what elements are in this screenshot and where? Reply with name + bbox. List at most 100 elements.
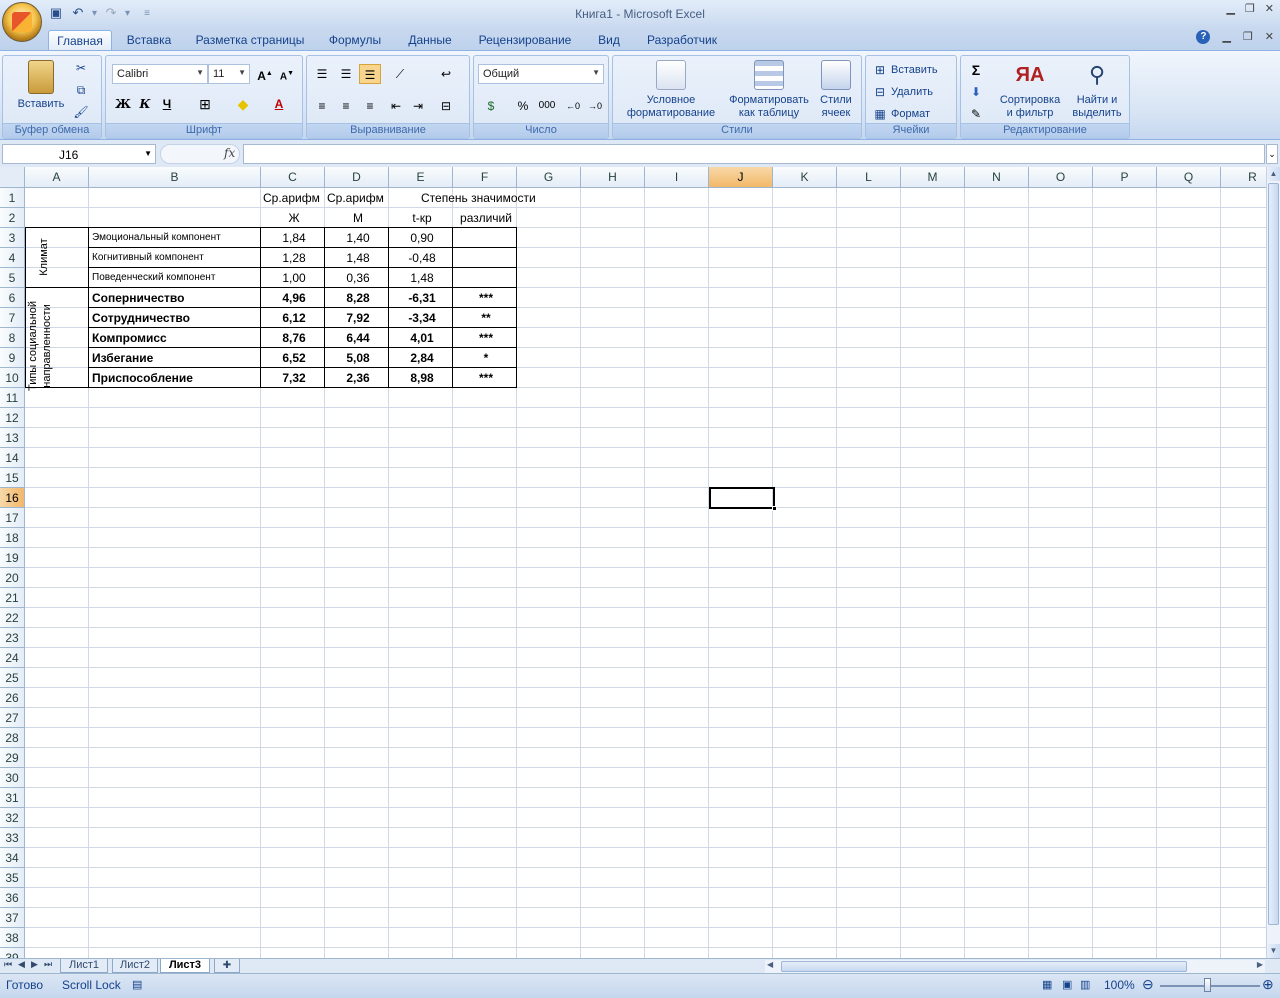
vertical-scroll-thumb[interactable] xyxy=(1268,183,1279,925)
row-header-33[interactable]: 33 xyxy=(0,828,25,848)
cell-B6[interactable]: Соперничество xyxy=(92,288,184,308)
column-header-J[interactable]: J xyxy=(709,167,773,188)
row-header-30[interactable]: 30 xyxy=(0,768,25,788)
row-header-2[interactable]: 2 xyxy=(0,208,25,228)
column-header-C[interactable]: C xyxy=(261,167,325,188)
align-middle-icon[interactable]: ☰ xyxy=(335,64,357,84)
decrease-decimal-icon[interactable]: →0 xyxy=(584,96,606,116)
cell-F9[interactable]: * xyxy=(454,348,518,368)
row-header-31[interactable]: 31 xyxy=(0,788,25,808)
cell-F2[interactable]: различий xyxy=(454,208,518,228)
row-header-28[interactable]: 28 xyxy=(0,728,25,748)
delete-cells-button[interactable]: ⊟ Удалить xyxy=(872,82,933,102)
name-box[interactable]: J16 ▼ xyxy=(2,144,156,164)
minimize-icon[interactable]: ▁ xyxy=(1226,2,1234,15)
row-header-13[interactable]: 13 xyxy=(0,428,25,448)
cell-E5[interactable]: 1,48 xyxy=(390,268,454,288)
doc-restore-icon[interactable]: ❐ xyxy=(1243,30,1253,44)
font-name-combo[interactable]: Calibri ▼ xyxy=(112,64,208,84)
cell-E9[interactable]: 2,84 xyxy=(390,348,454,368)
number-format-combo[interactable]: Общий ▼ xyxy=(478,64,604,84)
cell-E2[interactable]: t-кр xyxy=(390,208,454,228)
cell-F10[interactable]: *** xyxy=(454,368,518,388)
underline-button[interactable]: Ч xyxy=(156,94,178,114)
column-header-H[interactable]: H xyxy=(581,167,645,188)
align-right-icon[interactable]: ≡ xyxy=(359,96,381,116)
cell-C5[interactable]: 1,00 xyxy=(262,268,326,288)
cell-D3[interactable]: 1,40 xyxy=(326,228,390,248)
row-header-8[interactable]: 8 xyxy=(0,328,25,348)
row-header-38[interactable]: 38 xyxy=(0,928,25,948)
cell-C6[interactable]: 4,96 xyxy=(262,288,326,308)
row-header-24[interactable]: 24 xyxy=(0,648,25,668)
help-icon[interactable]: ? xyxy=(1196,30,1211,44)
cell-C9[interactable]: 6,52 xyxy=(262,348,326,368)
row-header-11[interactable]: 11 xyxy=(0,388,25,408)
cell-B3[interactable]: Эмоциональный компонент xyxy=(92,228,221,248)
format-cells-button[interactable]: ▦ Формат xyxy=(872,104,930,124)
row-header-35[interactable]: 35 xyxy=(0,868,25,888)
select-all-button[interactable] xyxy=(0,167,25,188)
conditional-formatting-button[interactable]: Условное форматирование xyxy=(617,60,725,120)
row-header-18[interactable]: 18 xyxy=(0,528,25,548)
scroll-right-icon[interactable]: ▶ xyxy=(1257,960,1263,969)
fill-icon[interactable]: ⬇ xyxy=(965,82,987,102)
horizontal-scroll-thumb[interactable] xyxy=(781,961,1187,972)
page-break-view-icon[interactable]: ▥ xyxy=(1080,978,1090,991)
scroll-down-icon[interactable]: ▼ xyxy=(1267,944,1280,958)
tab-developer[interactable]: Разработчик xyxy=(640,30,724,50)
row-header-34[interactable]: 34 xyxy=(0,848,25,868)
cell-A3-climate[interactable]: Климат xyxy=(37,227,55,287)
column-header-G[interactable]: G xyxy=(517,167,581,188)
cell-C10[interactable]: 7,32 xyxy=(262,368,326,388)
shrink-font-icon[interactable]: A▼ xyxy=(276,64,298,84)
cell-D10[interactable]: 2,36 xyxy=(326,368,390,388)
zoom-in-icon[interactable]: ⊕ xyxy=(1262,976,1274,993)
row-header-20[interactable]: 20 xyxy=(0,568,25,588)
find-select-button[interactable]: ⚲ Найти и выделить xyxy=(1065,60,1129,120)
row-header-22[interactable]: 22 xyxy=(0,608,25,628)
fill-color-icon[interactable]: ◆ xyxy=(232,94,254,114)
cell-B7[interactable]: Сотрудничество xyxy=(92,308,190,328)
increase-indent-icon[interactable]: ⇥ xyxy=(407,96,429,116)
borders-icon[interactable]: ⊞ xyxy=(194,94,216,114)
fill-handle[interactable] xyxy=(772,506,777,511)
row-header-9[interactable]: 9 xyxy=(0,348,25,368)
grow-font-icon[interactable]: A▲ xyxy=(254,64,276,84)
format-painter-icon[interactable]: 🖌 xyxy=(73,104,89,120)
cell-B9[interactable]: Избегание xyxy=(92,348,153,368)
column-header-I[interactable]: I xyxy=(645,167,709,188)
formula-input[interactable] xyxy=(243,144,1265,164)
cell-D4[interactable]: 1,48 xyxy=(326,248,390,268)
office-button[interactable] xyxy=(2,2,42,42)
row-header-14[interactable]: 14 xyxy=(0,448,25,468)
first-sheet-icon[interactable]: ⏮ xyxy=(4,959,12,970)
active-cell-J16[interactable] xyxy=(709,487,777,511)
cell-D5[interactable]: 0,36 xyxy=(326,268,390,288)
cell-A6-social-orientation[interactable]: Типы социальной направленности xyxy=(26,296,60,396)
cell-C1[interactable]: Ср.арифм xyxy=(263,188,320,208)
tab-data[interactable]: Данные xyxy=(400,30,460,50)
doc-minimize-icon[interactable]: ▁ xyxy=(1222,30,1230,44)
tab-formulas[interactable]: Формулы xyxy=(322,30,388,50)
sheet-tab-3[interactable]: Лист3 xyxy=(160,959,210,973)
autosum-button[interactable]: Σ xyxy=(965,60,987,80)
row-header-15[interactable]: 15 xyxy=(0,468,25,488)
insert-sheet-icon[interactable]: ✚ xyxy=(214,959,240,973)
cell-F7[interactable]: ** xyxy=(454,308,518,328)
increase-decimal-icon[interactable]: ←0 xyxy=(562,96,584,116)
row-header-17[interactable]: 17 xyxy=(0,508,25,528)
row-header-5[interactable]: 5 xyxy=(0,268,25,288)
italic-button[interactable]: К xyxy=(134,94,156,114)
column-header-F[interactable]: F xyxy=(453,167,517,188)
macro-record-icon[interactable]: ▤ xyxy=(132,978,142,991)
cell-D7[interactable]: 7,92 xyxy=(326,308,390,328)
row-header-29[interactable]: 29 xyxy=(0,748,25,768)
row-header-10[interactable]: 10 xyxy=(0,368,25,388)
cell-D1[interactable]: Ср.арифм xyxy=(327,188,384,208)
tab-home[interactable]: Главная xyxy=(48,30,112,50)
align-bottom-icon[interactable]: ☰ xyxy=(359,64,381,84)
column-header-Q[interactable]: Q xyxy=(1157,167,1221,188)
cell-B5[interactable]: Поведенческий компонент xyxy=(92,268,215,288)
cell-C7[interactable]: 6,12 xyxy=(262,308,326,328)
